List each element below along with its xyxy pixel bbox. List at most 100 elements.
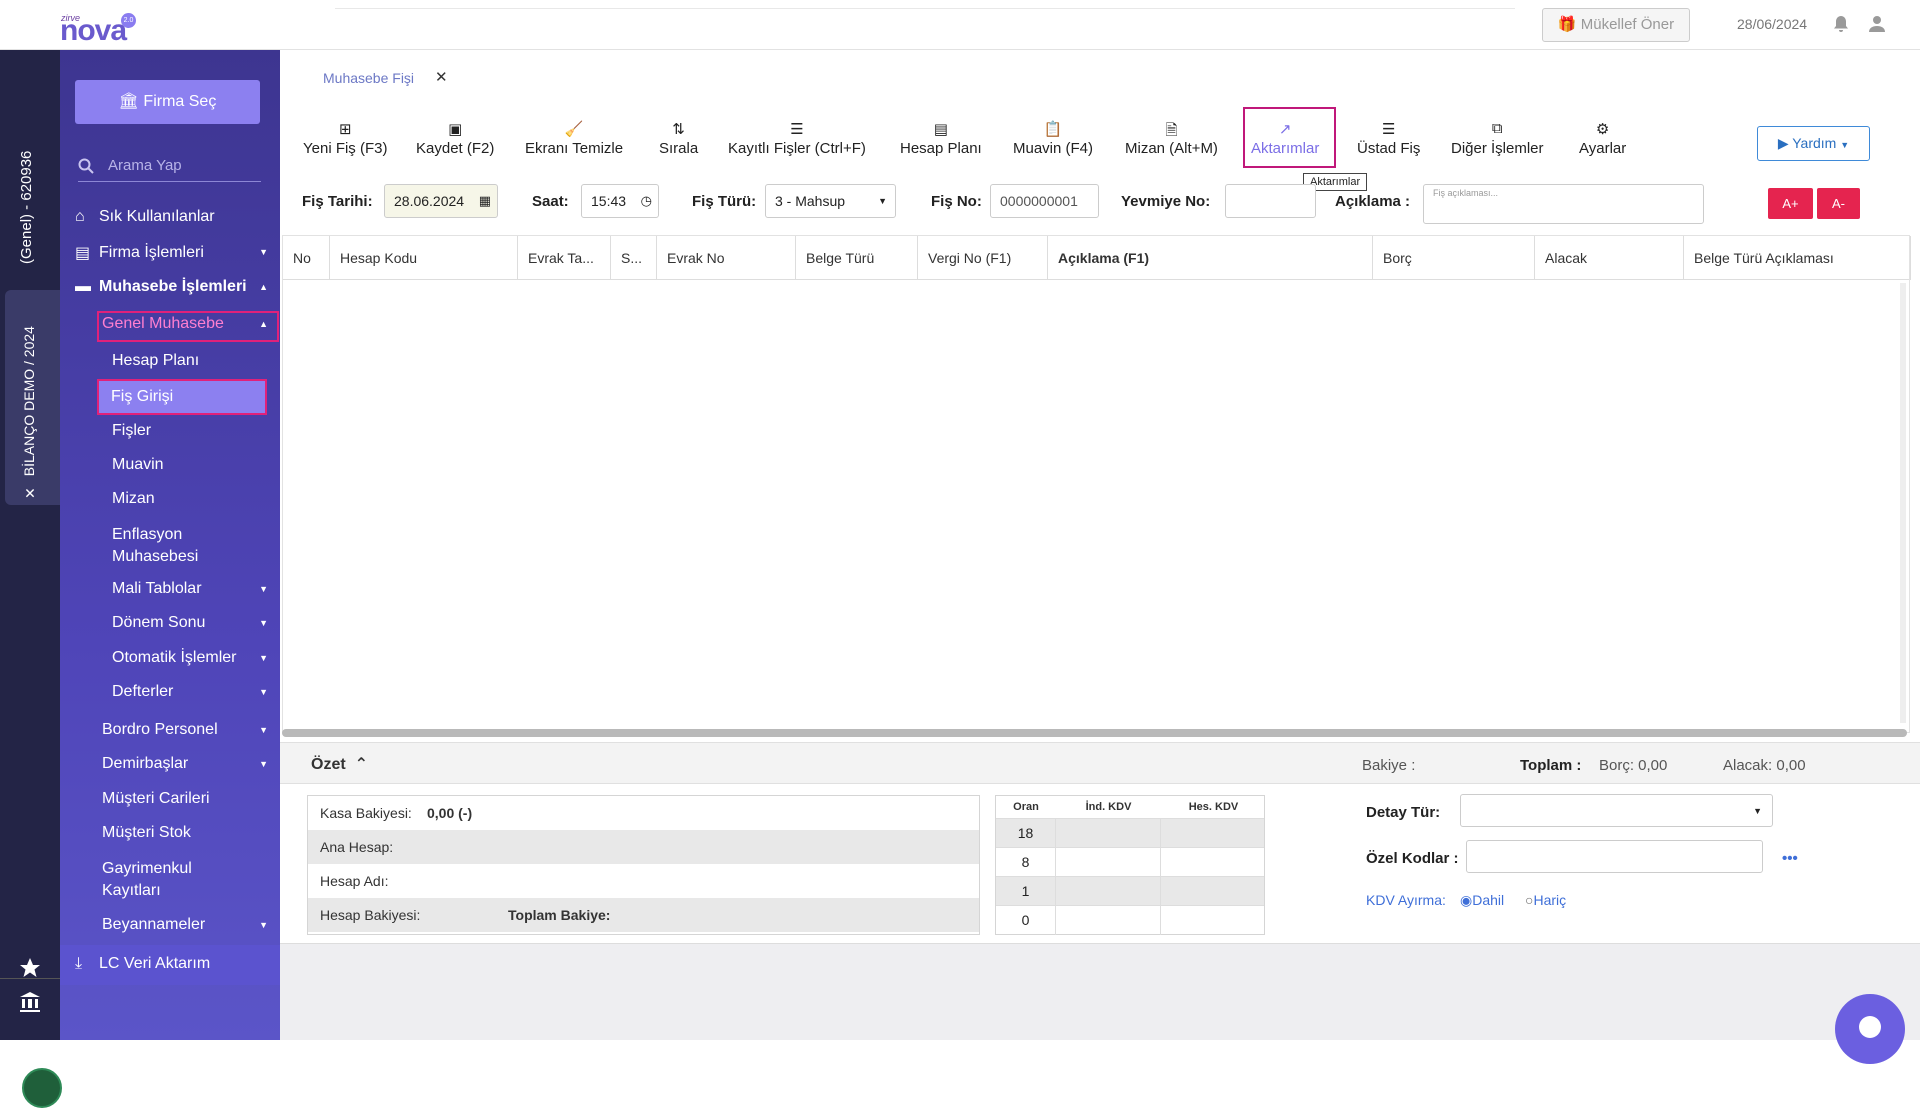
chat-button[interactable] <box>1835 994 1905 1064</box>
kdv-ayirma-label: KDV Ayırma: <box>1366 892 1446 908</box>
sidebar-item-hesap-plani[interactable]: Hesap Planı <box>112 352 199 370</box>
sidebar-item-genel-muhasebe[interactable]: Genel Muhasebe ▲ <box>102 315 274 333</box>
column-header[interactable]: Alacak <box>1535 236 1684 280</box>
mukellef-label: Mükellef Öner <box>1580 16 1675 33</box>
sidebar-item-gayrimenkul-kayitlari[interactable]: Gayrimenkul Kayıtları <box>102 858 192 902</box>
hesap-plani-button[interactable]: ▤ Hesap Planı <box>900 120 982 157</box>
firma-sec-button[interactable]: 🏛 Firma Seç <box>75 80 260 124</box>
sidebar-item-firma-islemleri[interactable]: ▤ Firma İşlemleri ▼ <box>75 243 280 263</box>
fis-tarihi-input[interactable]: 28.06.2024 ▦ <box>384 184 498 218</box>
ozet-toggle[interactable]: Özet ⌃ <box>311 754 368 774</box>
sidebar-item-muhasebe-islemleri[interactable]: ▬ Muhasebe İşlemleri ▲ <box>75 278 280 296</box>
yevmiye-no-input[interactable] <box>1225 184 1316 218</box>
diger-islemler-button[interactable]: ⧉ Diğer İşlemler <box>1451 120 1544 157</box>
aktarimlar-button[interactable]: ↗ Aktarımlar <box>1251 120 1319 157</box>
fis-grid[interactable]: No Hesap Kodu Evrak Ta... S... Evrak No … <box>282 235 1911 733</box>
close-icon[interactable]: ✕ <box>21 484 37 500</box>
hes-kdv-cell[interactable] <box>1161 848 1266 877</box>
column-header[interactable]: Evrak No <box>657 236 796 280</box>
sidebar-item-fisler[interactable]: Fişler <box>112 422 151 440</box>
hesap-adi-label: Hesap Adı: <box>320 873 389 889</box>
ozet-bar: Özet ⌃ Bakiye : Toplam : Borç: 0,00 Alac… <box>280 742 1920 784</box>
yardim-button[interactable]: ▶ Yardım ▼ <box>1757 126 1870 161</box>
kaydet-button[interactable]: ▣ Kaydet (F2) <box>416 120 494 157</box>
column-header[interactable]: S... <box>611 236 657 280</box>
kdv-haric-radio[interactable]: ○Hariç <box>1525 892 1566 908</box>
ind-kdv-cell[interactable] <box>1056 848 1161 877</box>
column-header[interactable]: Borç <box>1373 236 1535 280</box>
aciklama-textarea[interactable]: Fiş açıklaması... <box>1423 184 1704 224</box>
fis-no-input[interactable]: 0000000001 <box>990 184 1099 218</box>
more-options-icon[interactable]: ••• <box>1782 850 1798 867</box>
save-icon: ▣ <box>448 121 463 138</box>
bank-icon[interactable] <box>18 990 42 1014</box>
kdv-dahil-radio[interactable]: ◉Dahil <box>1460 892 1504 909</box>
kdv-row: 1 <box>996 876 1266 906</box>
column-header[interactable]: Hesap Kodu <box>330 236 518 280</box>
calendar-icon[interactable]: ▦ <box>479 185 491 217</box>
column-header[interactable]: Evrak Ta... <box>518 236 611 280</box>
detay-tur-select[interactable]: ▼ <box>1460 794 1773 827</box>
hes-kdv-cell[interactable] <box>1161 819 1266 848</box>
font-increase-button[interactable]: A+ <box>1768 188 1813 219</box>
ind-kdv-cell[interactable] <box>1056 877 1161 906</box>
saat-input[interactable]: 15:43 ◷ <box>581 184 659 218</box>
sidebar-item-muavin[interactable]: Muavin <box>112 456 164 474</box>
fis-turu-select[interactable]: 3 - Mahsup ▼ <box>765 184 896 218</box>
column-header[interactable]: Belge Türü <box>796 236 918 280</box>
kayitli-fisler-button[interactable]: ☰ Kayıtlı Fişler (Ctrl+F) <box>728 120 866 157</box>
fis-tarihi-label: Fiş Tarihi: <box>302 193 373 210</box>
column-header[interactable]: Vergi No (F1) <box>918 236 1048 280</box>
fis-no-value: 0000000001 <box>1000 193 1078 209</box>
grid-horizontal-scrollbar[interactable] <box>282 729 1907 737</box>
column-header[interactable]: Açıklama (F1) <box>1048 236 1373 280</box>
ustad-fis-button[interactable]: ☰ Üstad Fiş <box>1357 120 1420 157</box>
ind-kdv-cell[interactable] <box>1056 906 1161 935</box>
whatsapp-icon[interactable] <box>22 1068 62 1108</box>
mizan-button[interactable]: 🗎 Mizan (Alt+M) <box>1125 120 1218 157</box>
sidebar-item-bordro-personel[interactable]: Bordro Personel ▼ <box>102 721 280 739</box>
clock-icon[interactable]: ◷ <box>641 185 652 217</box>
sidebar-item-defterler[interactable]: Defterler ▼ <box>112 683 280 701</box>
sidebar-item-sik-kullanilanlar[interactable]: ⌂ Sık Kullanılanlar <box>75 208 280 226</box>
sidebar-item-lc-veri-aktarim[interactable]: ⤓ LC Veri Aktarım <box>60 945 280 985</box>
close-tab-icon[interactable]: ✕ <box>435 68 448 86</box>
trending-up-icon: ↗ <box>1278 121 1292 138</box>
hes-kdv-cell[interactable] <box>1161 906 1266 935</box>
user-icon[interactable] <box>1867 14 1887 34</box>
grid-vertical-scrollbar[interactable] <box>1900 283 1906 723</box>
sidebar-item-enflasyon-muhasebesi[interactable]: Enflasyon Muhasebesi <box>112 524 198 568</box>
sidebar-item-mali-tablolar[interactable]: Mali Tablolar ▼ <box>112 580 280 598</box>
sidebar-item-demirbaslar[interactable]: Demirbaşlar ▼ <box>102 755 280 773</box>
sidebar-item-mizan[interactable]: Mizan <box>112 490 155 508</box>
sidebar-item-otomatik-islemler[interactable]: Otomatik İşlemler ▼ <box>112 649 280 667</box>
star-icon[interactable] <box>18 956 42 980</box>
sidebar-item-fis-girisi[interactable]: Fiş Girişi <box>97 379 267 415</box>
bell-icon[interactable] <box>1831 14 1851 34</box>
column-header[interactable]: No <box>283 236 330 280</box>
yeni-fis-button[interactable]: ⊞ Yeni Fiş (F3) <box>303 120 387 157</box>
toolbar-label: Kayıtlı Fişler (Ctrl+F) <box>728 140 866 157</box>
sidebar-item-beyannameler[interactable]: Beyannameler ▼ <box>102 916 280 934</box>
ayarlar-button[interactable]: ⚙ Ayarlar <box>1579 120 1626 157</box>
sirala-button[interactable]: ⇅ Sırala <box>659 120 698 157</box>
ind-kdv-cell[interactable] <box>1056 819 1161 848</box>
tab-muhasebe-fisi[interactable]: Muhasebe Fişi <box>323 70 414 86</box>
sidebar-item-musteri-carileri[interactable]: Müşteri Carileri <box>102 790 210 808</box>
kasa-value: 0,00 (-) <box>427 805 473 821</box>
nova-logo[interactable]: zirve nova 2.0 <box>60 10 140 46</box>
sidebar-item-donem-sonu[interactable]: Dönem Sonu ▼ <box>112 614 280 632</box>
font-decrease-button[interactable]: A- <box>1817 188 1860 219</box>
company-tab[interactable]: ✕ BİLANÇO DEMO / 2024 <box>5 290 60 505</box>
muavin-button[interactable]: 📋 Muavin (F4) <box>1013 120 1093 157</box>
sidebar-search[interactable]: Arama Yap <box>78 150 261 182</box>
sidebar-item-musteri-stok[interactable]: Müşteri Stok <box>102 824 191 842</box>
ekrani-temizle-button[interactable]: 🧹 Ekranı Temizle <box>525 120 623 157</box>
toplam-bakiye-label: Toplam Bakiye: <box>508 907 611 923</box>
ozel-kodlar-input[interactable] <box>1466 840 1763 873</box>
column-header[interactable]: Belge Türü Açıklaması <box>1684 236 1911 280</box>
main-content: Muhasebe Fişi ✕ ⊞ Yeni Fiş (F3) ▣ Kaydet (… <box>280 50 1920 1064</box>
mukellef-oner-button[interactable]: 🎁 Mükellef Öner <box>1542 8 1690 42</box>
hes-kdv-cell[interactable] <box>1161 877 1266 906</box>
sidebar-item-label: LC Veri Aktarım <box>99 955 211 973</box>
